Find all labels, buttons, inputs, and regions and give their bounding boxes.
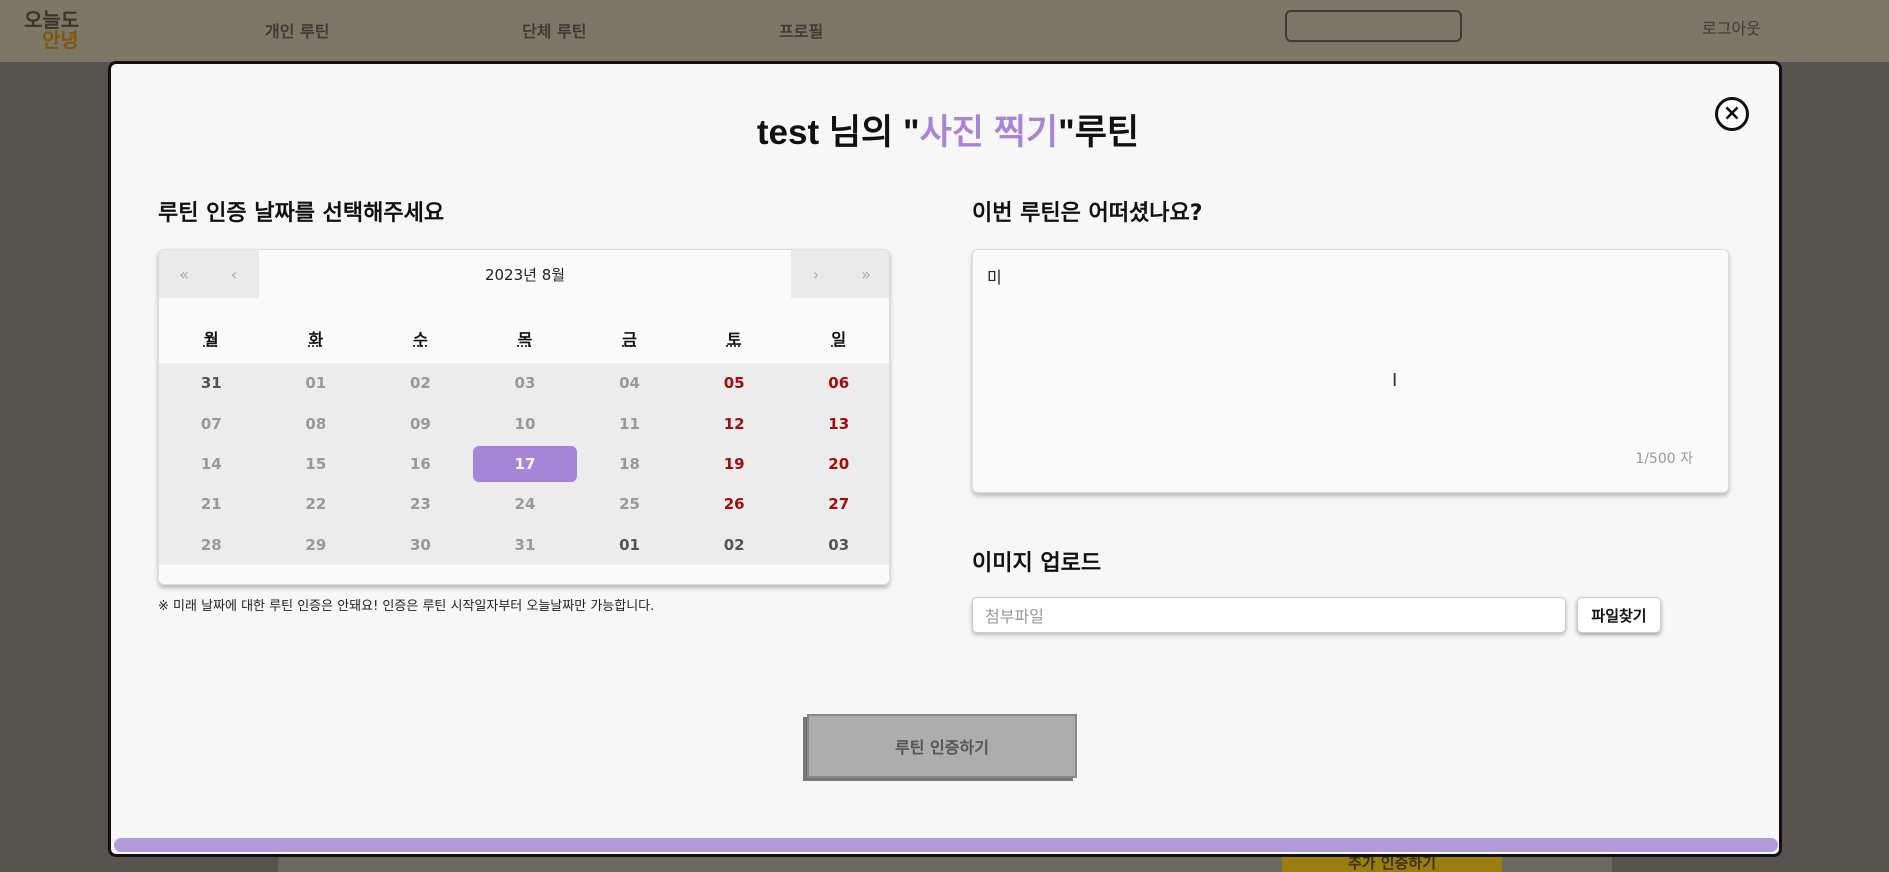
calendar: « ‹ 2023년 8월 › » 월 화 수 목 금 토 일 31 01 02 03 0…: [158, 249, 890, 585]
calendar-day[interactable]: 08: [264, 403, 369, 443]
calendar-day[interactable]: 21: [159, 484, 264, 524]
calendar-day[interactable]: 02: [368, 363, 473, 403]
calendar-day[interactable]: 10: [473, 403, 578, 443]
file-browse-button[interactable]: 파일찾기: [1577, 597, 1661, 633]
upload-section-title: 이미지 업로드: [972, 551, 1102, 576]
weekday-label: 월: [203, 330, 219, 349]
calendar-day[interactable]: 31: [473, 525, 578, 565]
calendar-day[interactable]: 28: [159, 525, 264, 565]
nav-search-input[interactable]: [1285, 10, 1462, 42]
next-month-button[interactable]: ›: [791, 250, 841, 298]
nav-link-personal[interactable]: 개인 루틴: [265, 18, 329, 42]
calendar-day[interactable]: 15: [264, 444, 369, 484]
weekday-label: 금: [622, 330, 637, 349]
calendar-days: 31 01 02 03 04 05 06 07 08 09 10 11 12 13 14 15 16 17 18 19…: [159, 363, 889, 565]
calendar-month-label[interactable]: 2023년 8월: [259, 250, 791, 298]
calendar-day[interactable]: 07: [159, 403, 264, 443]
calendar-day[interactable]: 14: [159, 444, 264, 484]
calendar-day[interactable]: 11: [577, 403, 682, 443]
calendar-day[interactable]: 13: [786, 403, 889, 443]
file-placeholder: 첨부파일: [985, 607, 1044, 626]
calendar-day[interactable]: 25: [577, 484, 682, 524]
date-note: ※ 미래 날짜에 대한 루틴 인증은 안돼요! 인증은 루틴 시작일자부터 오늘…: [158, 599, 655, 614]
calendar-day[interactable]: 31: [159, 363, 264, 403]
calendar-day[interactable]: 27: [786, 484, 889, 524]
weekday-label: 일: [831, 330, 847, 349]
review-section-title: 이번 루틴은 어떠셨나요?: [972, 201, 1203, 226]
nav-link-group[interactable]: 단체 루틴: [522, 18, 586, 42]
title-suffix: "루틴: [1058, 113, 1140, 152]
modal-title: test 님의 "사진 찍기"루틴: [111, 104, 1779, 155]
calendar-day[interactable]: 29: [264, 525, 369, 565]
calendar-day[interactable]: 23: [368, 484, 473, 524]
title-routine-name: 사진 찍기: [919, 113, 1059, 152]
top-nav: 오늘도 안녕 개인 루틴 단체 루틴 프로필 로그아웃: [0, 0, 1889, 62]
modal-bottom-bar: [114, 838, 1778, 852]
calendar-day[interactable]: 06: [786, 363, 889, 403]
app-logo[interactable]: 오늘도 안녕: [24, 10, 90, 52]
routine-verify-modal: × test 님의 "사진 찍기"루틴 루틴 인증 날짜를 선택해주세요 « ‹…: [108, 61, 1782, 857]
review-text-value: 미: [987, 268, 1002, 287]
weekday-label: 수: [413, 330, 428, 349]
calendar-day[interactable]: 24: [473, 484, 578, 524]
calendar-day[interactable]: 05: [682, 363, 787, 403]
char-count: 1/500 자: [1635, 451, 1693, 467]
text-cursor-icon: Ι: [1392, 370, 1398, 391]
review-textarea[interactable]: 미 Ι 1/500 자: [972, 249, 1729, 493]
title-prefix: test 님의 ": [756, 113, 920, 152]
submit-routine-button[interactable]: 루틴 인증하기: [807, 714, 1077, 778]
nav-link-profile[interactable]: 프로필: [779, 18, 823, 42]
weekday-label: 토: [726, 330, 742, 349]
calendar-day[interactable]: 22: [264, 484, 369, 524]
calendar-day[interactable]: 04: [577, 363, 682, 403]
calendar-day[interactable]: 18: [577, 444, 682, 484]
calendar-day[interactable]: 30: [368, 525, 473, 565]
calendar-day[interactable]: 01: [577, 525, 682, 565]
calendar-weekdays: 월 화 수 목 금 토 일: [159, 326, 889, 352]
weekday-label: 목: [517, 330, 533, 349]
calendar-day[interactable]: 01: [264, 363, 369, 403]
calendar-day[interactable]: 03: [473, 363, 578, 403]
file-name-input[interactable]: 첨부파일: [972, 597, 1566, 633]
prev-month-button[interactable]: ‹: [209, 250, 259, 298]
calendar-day[interactable]: 02: [682, 525, 787, 565]
calendar-day[interactable]: 20: [786, 444, 889, 484]
next-year-button[interactable]: »: [841, 250, 889, 298]
calendar-day[interactable]: 26: [682, 484, 787, 524]
calendar-nav: « ‹ 2023년 8월 › »: [159, 250, 889, 298]
date-section-title: 루틴 인증 날짜를 선택해주세요: [158, 201, 445, 226]
weekday-label: 화: [308, 330, 324, 349]
prev-year-button[interactable]: «: [159, 250, 209, 298]
calendar-day[interactable]: 19: [682, 444, 787, 484]
calendar-day-selected[interactable]: 17: [472, 445, 578, 483]
logo-line2: 안녕: [42, 28, 79, 52]
logout-link[interactable]: 로그아웃: [1702, 15, 1761, 39]
calendar-day[interactable]: 16: [368, 444, 473, 484]
calendar-day[interactable]: 03: [786, 525, 889, 565]
calendar-day[interactable]: 09: [368, 403, 473, 443]
calendar-day[interactable]: 12: [682, 403, 787, 443]
